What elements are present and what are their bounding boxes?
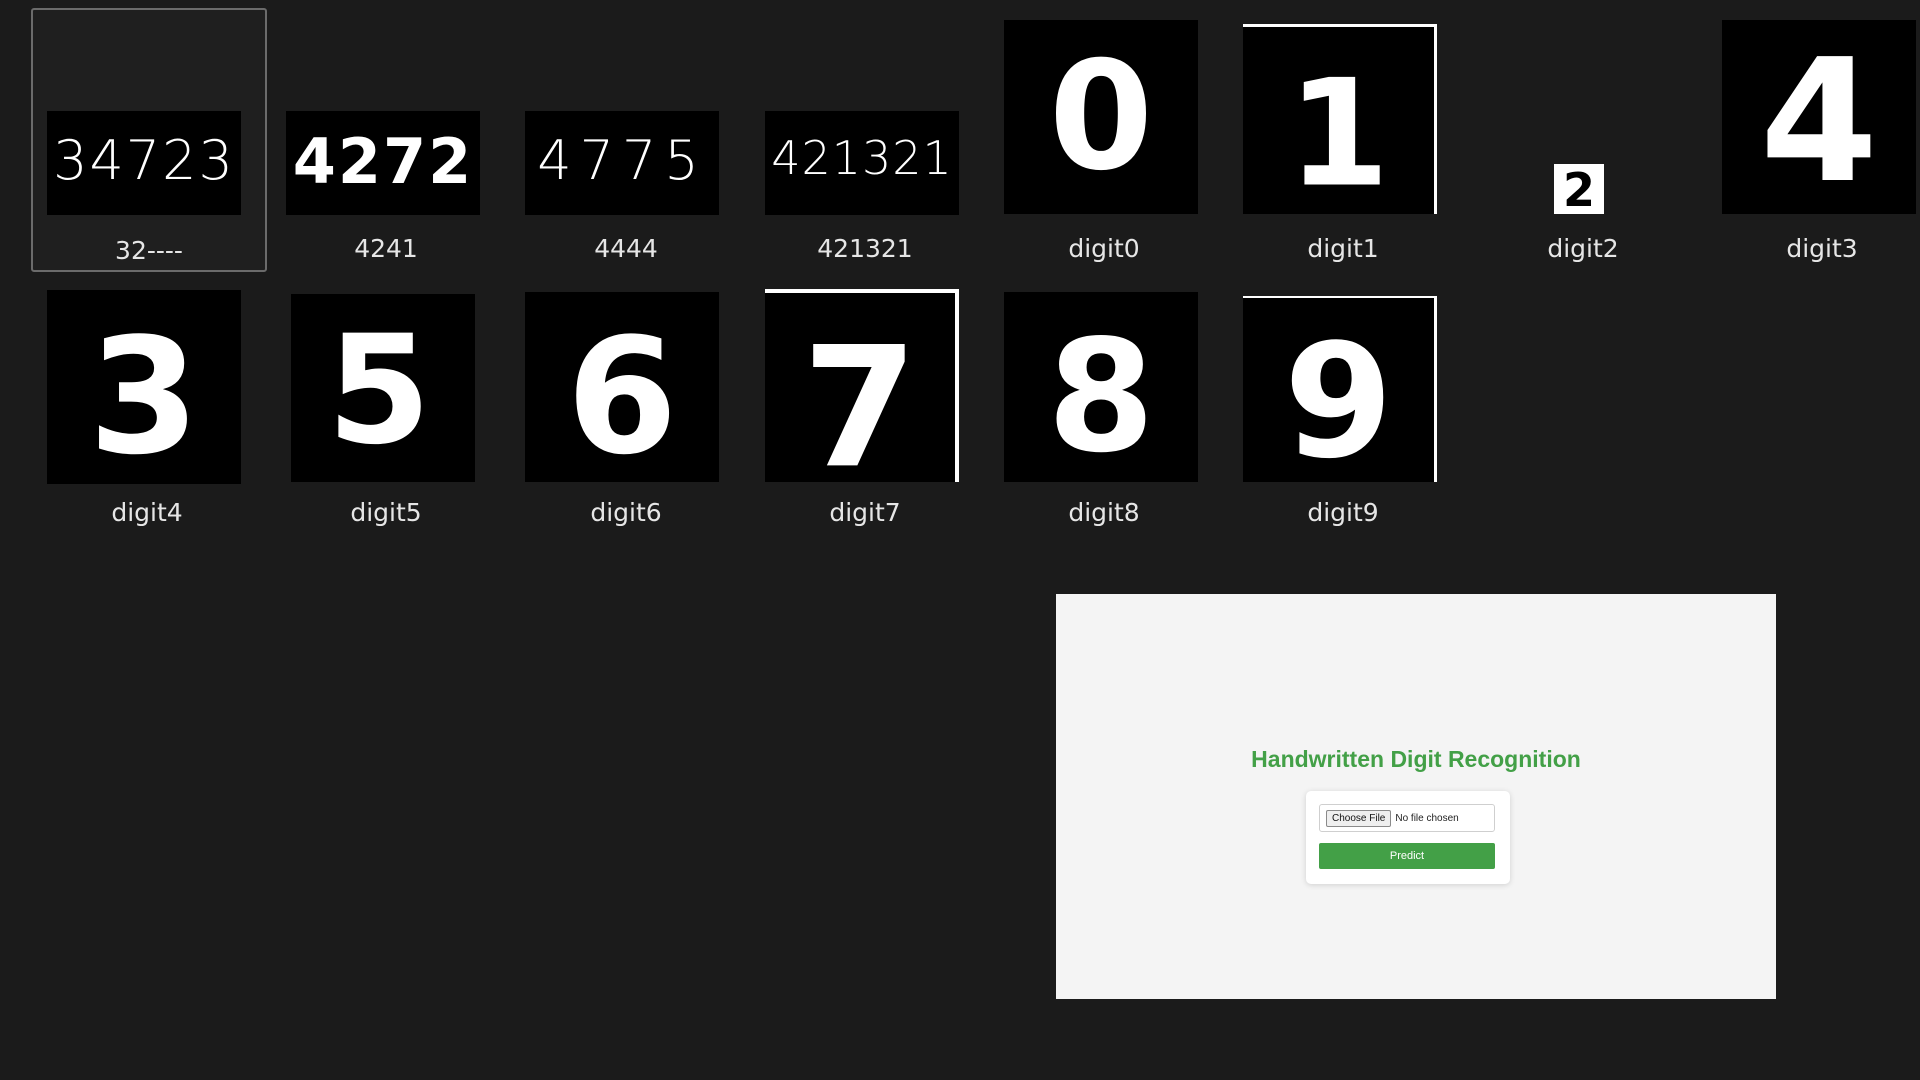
image-thumbnail-digit2: 2	[1554, 164, 1604, 214]
file-tile-digit3[interactable]: 4 digit3	[1704, 8, 1920, 272]
image-thumbnail-digit7: 7	[765, 289, 959, 482]
file-tile-32[interactable]: 34723 32----	[31, 8, 267, 272]
digit-recognition-app-window: Handwritten Digit Recognition Choose Fil…	[1056, 594, 1776, 999]
file-tile-digit6[interactable]: 6 digit6	[508, 284, 744, 540]
svg-text:4775: 4775	[537, 129, 706, 192]
image-thumbnail-digit4: 3	[47, 290, 241, 484]
file-name: digit7	[829, 498, 901, 527]
svg-text:2: 2	[1563, 164, 1595, 214]
file-input[interactable]: Choose File No file chosen	[1319, 804, 1495, 832]
svg-text:5: 5	[327, 304, 431, 478]
image-thumbnail-digit5: 5	[291, 294, 475, 482]
file-status-text: No file chosen	[1395, 812, 1459, 824]
image-thumbnail-digit0: 0	[1004, 20, 1198, 214]
svg-text:0: 0	[1049, 30, 1153, 204]
file-tile-digit4[interactable]: 3 digit4	[29, 284, 265, 540]
file-tile-digit5[interactable]: 5 digit5	[268, 284, 504, 540]
file-tile-digit2[interactable]: 2 digit2	[1465, 8, 1701, 272]
mnist-digit-image: 9	[1284, 311, 1394, 482]
mnist-digit-image: 8	[1047, 306, 1155, 482]
upload-form-card: Choose File No file chosen Predict	[1306, 791, 1510, 884]
file-tile-digit7[interactable]: 7 digit7	[747, 284, 983, 540]
file-name: digit9	[1307, 498, 1379, 527]
svg-text:4: 4	[1760, 23, 1878, 214]
file-name: digit2	[1547, 234, 1619, 263]
choose-file-button[interactable]: Choose File	[1326, 809, 1392, 827]
svg-text:9: 9	[1284, 311, 1394, 482]
image-thumbnail-digit3: 4	[1722, 20, 1916, 214]
predict-button[interactable]: Predict	[1319, 843, 1495, 869]
image-thumbnail-4775: 4775	[525, 111, 719, 215]
svg-text:421321: 421321	[771, 131, 953, 185]
file-name: digit3	[1786, 234, 1858, 263]
file-name: 421321	[817, 234, 913, 263]
file-name: digit5	[350, 498, 422, 527]
image-thumbnail-digit8: 8	[1004, 292, 1198, 482]
image-thumbnail-34723: 34723	[47, 111, 241, 215]
svg-text:34723: 34723	[53, 129, 235, 192]
file-name: digit4	[111, 498, 183, 527]
file-tile-4241[interactable]: 4272 4241	[268, 8, 504, 272]
svg-text:3: 3	[88, 303, 199, 484]
page-title: Handwritten Digit Recognition	[1251, 746, 1581, 772]
mnist-digit-image: 5	[327, 304, 431, 478]
image-thumbnail-digit6: 6	[525, 292, 719, 482]
mnist-digit-image: 7	[802, 311, 918, 482]
file-name: 32----	[115, 236, 183, 265]
file-tile-digit1[interactable]: 1 digit1	[1225, 8, 1461, 272]
file-name: digit6	[590, 498, 662, 527]
svg-text:6: 6	[566, 303, 677, 482]
file-tile-digit9[interactable]: 9 digit9	[1225, 284, 1461, 540]
handwritten-number-image: 421321	[771, 131, 953, 185]
svg-text:7: 7	[802, 311, 918, 482]
mnist-digit-image: 6	[566, 303, 677, 482]
image-thumbnail-digit1: 1	[1243, 24, 1437, 214]
svg-text:8: 8	[1047, 306, 1155, 482]
mnist-digit-image: 0	[1049, 30, 1153, 204]
file-name: 4241	[354, 234, 418, 263]
image-thumbnail-digit9: 9	[1243, 296, 1437, 482]
handwritten-number-image: 4272	[293, 125, 474, 198]
digit-image: 2	[1563, 164, 1595, 214]
image-thumbnail-421321: 421321	[765, 111, 959, 215]
file-tile-digit8[interactable]: 8 digit8	[986, 284, 1222, 540]
file-name: 4444	[594, 234, 658, 263]
handwritten-number-image: 34723	[53, 129, 235, 192]
mnist-digit-image: 1	[1287, 47, 1390, 214]
file-name: digit8	[1068, 498, 1140, 527]
file-tile-4444[interactable]: 4775 4444	[508, 8, 744, 272]
handwritten-number-image: 4775	[537, 129, 706, 192]
file-tile-421321[interactable]: 421321 421321	[747, 8, 983, 272]
file-name: digit1	[1307, 234, 1379, 263]
image-thumbnail-4272: 4272	[286, 111, 480, 215]
mnist-digit-image: 4	[1760, 23, 1878, 214]
svg-text:1: 1	[1287, 47, 1390, 214]
file-tile-digit0[interactable]: 0 digit0	[986, 8, 1222, 272]
mnist-digit-image: 3	[88, 303, 199, 484]
file-name: digit0	[1068, 234, 1140, 263]
svg-text:4272: 4272	[293, 125, 474, 198]
